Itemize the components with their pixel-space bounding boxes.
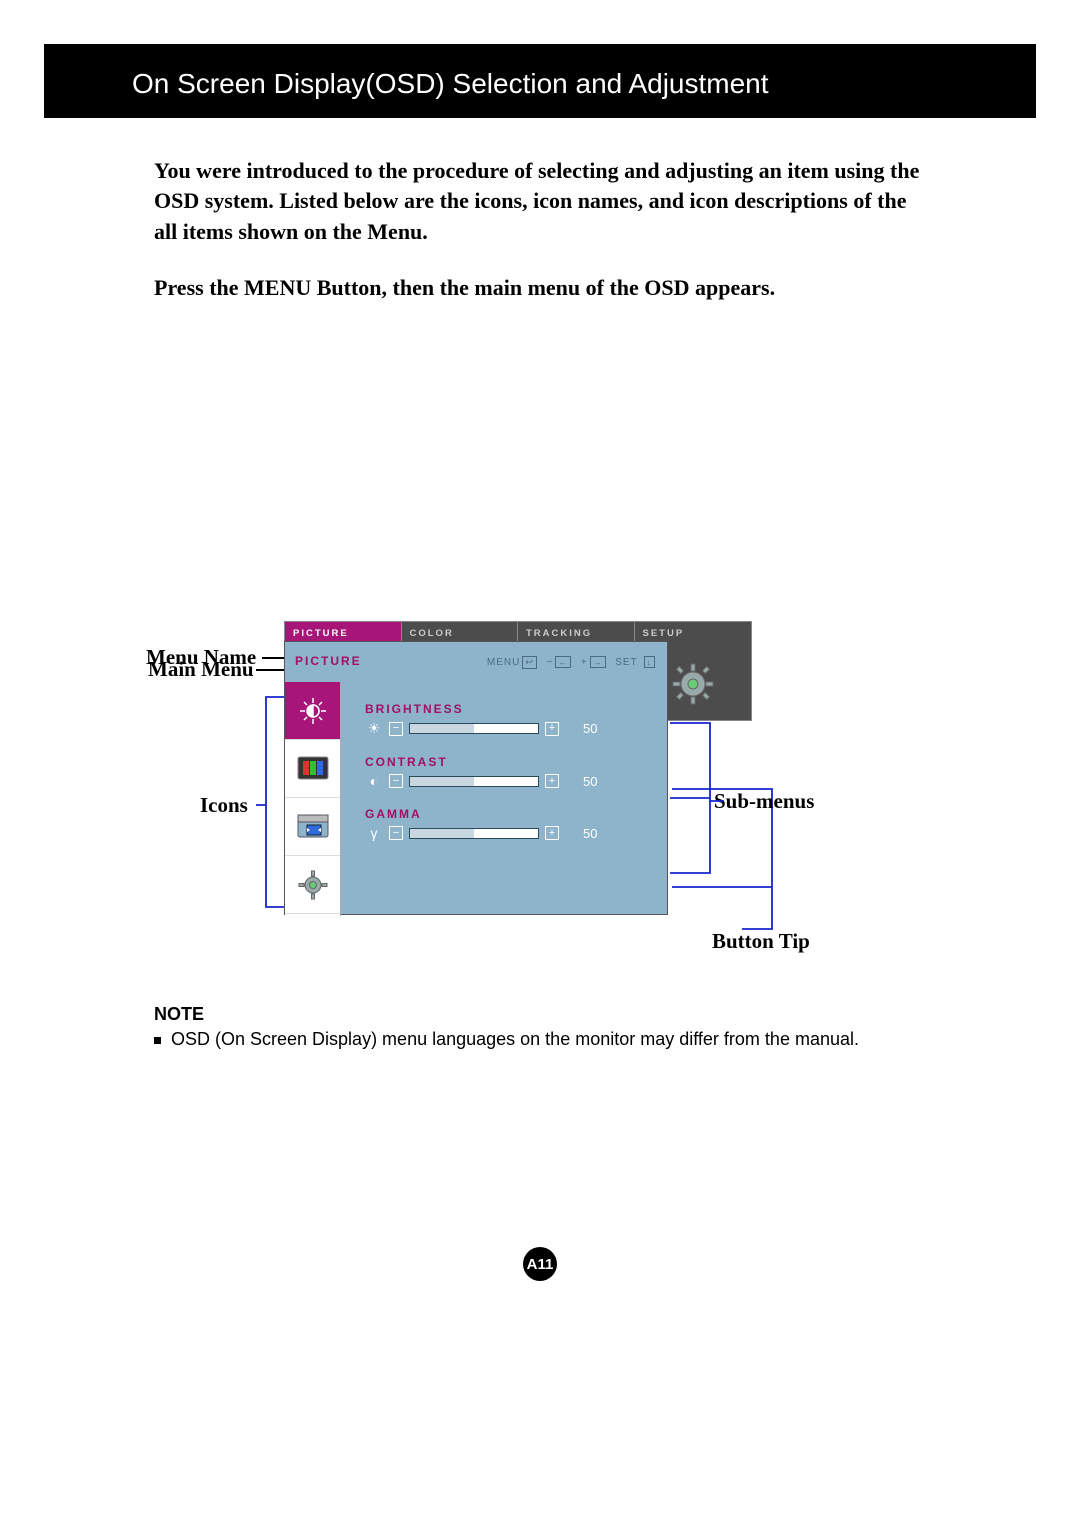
page-number: A11 [523,1247,557,1281]
value: 50 [583,826,611,841]
label-icons: Icons [200,793,248,818]
control-gamma[interactable]: GAMMA γ − + 50 [365,807,649,841]
sidebar-icon-setup[interactable] [285,856,340,914]
leader-line [670,723,730,893]
label-menu-name: Menu Name [146,645,256,670]
note-body: OSD (On Screen Display) menu languages o… [154,1029,990,1050]
sidebar-icon-tracking[interactable] [285,798,340,856]
page-title-bar: On Screen Display(OSD) Selection and Adj… [44,44,1036,118]
note-section: NOTE OSD (On Screen Display) menu langua… [154,1004,990,1050]
return-icon: ↩ [522,656,537,669]
gear-icon [671,662,715,706]
brightness-icon: ☀ [365,720,383,737]
control-brightness[interactable]: BRIGHTNESS ☀ − + 50 [365,702,649,737]
left-arrow-icon: ← [555,656,571,668]
value: 50 [583,774,611,789]
intro-paragraph: You were introduced to the procedure of … [154,156,930,247]
page-title: On Screen Display(OSD) Selection and Adj… [132,68,769,99]
plus-icon[interactable]: + [545,722,559,736]
slider[interactable] [409,723,539,734]
control-contrast[interactable]: CONTRAST ◐ − + 50 [365,755,649,789]
right-arrow-icon: → [590,656,606,668]
osd-header-actions: MENU↩ −← +→ SET ↓ [487,656,657,669]
value: 50 [583,721,611,736]
instruction-paragraph: Press the MENU Button, then the main men… [154,275,930,301]
gamma-icon: γ [365,825,383,841]
note-title: NOTE [154,1004,990,1025]
osd-sidebar [285,682,341,916]
minus-icon[interactable]: − [389,722,403,736]
contrast-icon: ◐ [365,773,383,789]
osd-submenu-list: BRIGHTNESS ☀ − + 50 CONTRAST ◐ [341,682,667,916]
sidebar-icon-color[interactable] [285,740,340,798]
leader-line [256,669,284,671]
plus-icon[interactable]: + [545,774,559,788]
slider[interactable] [409,828,539,839]
down-arrow-icon: ↓ [644,656,656,668]
minus-icon[interactable]: − [389,774,403,788]
osd-panel-header: PICTURE MENU↩ −← +→ SET ↓ [285,642,667,682]
plus-icon[interactable]: + [545,826,559,840]
osd-menu-name: PICTURE [295,654,362,668]
sidebar-icon-picture[interactable] [285,682,340,740]
slider[interactable] [409,776,539,787]
osd-panel: PICTURE MENU↩ −← +→ SET ↓ [284,641,668,915]
minus-icon[interactable]: − [389,826,403,840]
